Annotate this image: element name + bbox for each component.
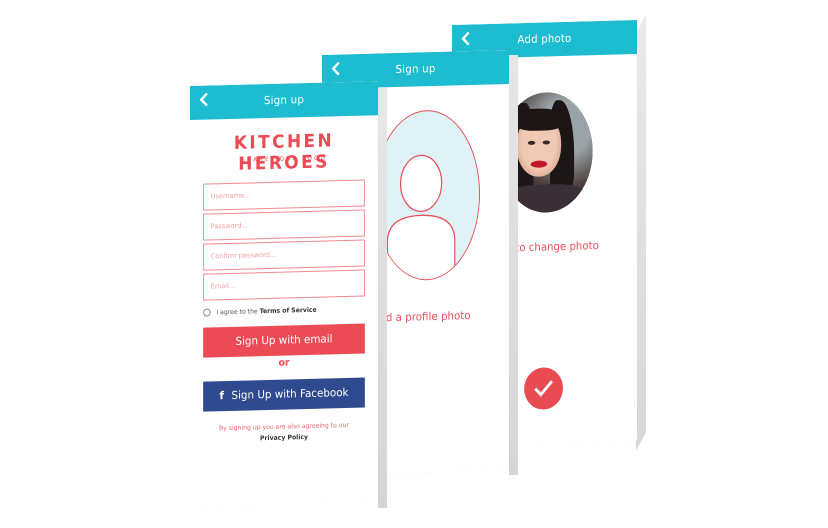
avatar-placeholder[interactable] bbox=[373, 108, 481, 282]
confirm-password-input[interactable]: Confirm password... bbox=[203, 239, 365, 271]
header-title: Sign up bbox=[395, 61, 436, 77]
signup-facebook-button[interactable]: f Sign Up with Facebook bbox=[203, 377, 365, 412]
app-logo: KITCHEN HEROES bbox=[233, 130, 335, 175]
mockup-scene: Add photo : to change photo Sign up to a… bbox=[0, 0, 828, 528]
password-input[interactable]: Password... bbox=[203, 209, 365, 241]
screen-edge bbox=[378, 88, 387, 508]
legal-text: By signing up you are also agreeing to o… bbox=[219, 420, 349, 433]
facebook-icon: f bbox=[219, 389, 224, 403]
checkmark-icon bbox=[534, 380, 553, 397]
terms-row: I agree to the Terms of Service bbox=[203, 306, 317, 317]
legal-notice: By signing up you are also agreeing to o… bbox=[199, 419, 368, 445]
terms-label: I agree to the bbox=[216, 307, 258, 317]
facebook-button-label: Sign Up with Facebook bbox=[231, 385, 349, 402]
privacy-policy-link[interactable]: Privacy Policy bbox=[260, 433, 308, 442]
username-input[interactable]: Username... bbox=[203, 179, 365, 211]
terms-checkbox[interactable] bbox=[203, 308, 211, 317]
header-title: Add photo bbox=[517, 31, 572, 47]
signup-screen: Sign up KITCHEN HEROES SHARE YOUR FOOD U… bbox=[190, 81, 378, 506]
signup-email-button[interactable]: Sign Up with email bbox=[203, 323, 365, 358]
screen-edge bbox=[509, 55, 518, 475]
screen-edge bbox=[636, 14, 646, 451]
or-divider: or bbox=[278, 357, 290, 369]
user-silhouette-icon bbox=[386, 154, 456, 281]
terms-link[interactable]: Terms of Service bbox=[260, 306, 317, 315]
confirm-button[interactable] bbox=[524, 367, 563, 411]
header-title: Sign up bbox=[263, 93, 305, 108]
email-input[interactable]: Email... bbox=[203, 269, 365, 301]
signup-header: Sign up bbox=[190, 81, 378, 120]
